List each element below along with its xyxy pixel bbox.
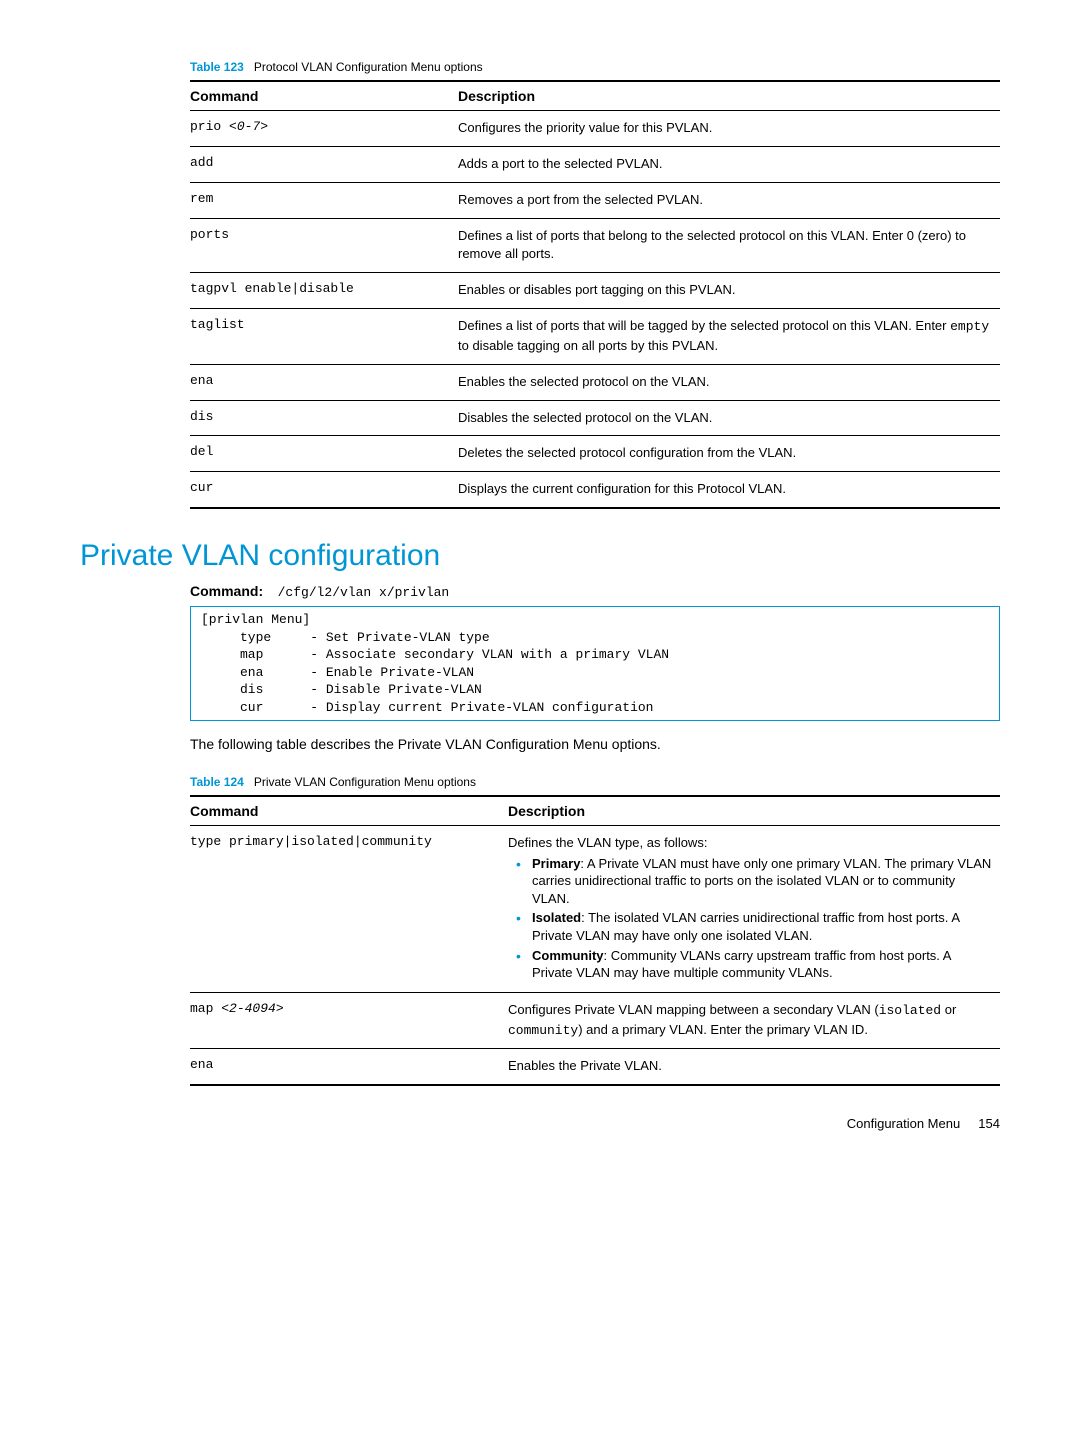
section-title: Private VLAN configuration	[80, 539, 1000, 573]
list-item: Primary: A Private VLAN must have only o…	[532, 855, 992, 908]
table124: Command Description type primary|isolate…	[190, 795, 1000, 1086]
table123-caption-label: Table 123	[190, 60, 244, 74]
table124-cmd-type: type primary|isolated|community	[190, 826, 508, 993]
table124-caption-title: Private VLAN Configuration Menu options	[254, 775, 476, 789]
table124-header-command: Command	[190, 796, 508, 826]
intro-paragraph: The following table describes the Privat…	[190, 735, 1000, 755]
command-value: /cfg/l2/vlan x/privlan	[278, 585, 450, 600]
footer-text: Configuration Menu	[847, 1116, 960, 1131]
table123-desc: Deletes the selected protocol configurat…	[458, 436, 1000, 472]
table123-cmd: dis	[190, 400, 458, 436]
table124-caption-label: Table 124	[190, 775, 244, 789]
type-bullets: Primary: A Private VLAN must have only o…	[508, 855, 992, 982]
table123-cmd: taglist	[190, 309, 458, 365]
table123-desc: Defines a list of ports that belong to t…	[458, 218, 1000, 273]
table124-desc-ena: Enables the Private VLAN.	[508, 1049, 1000, 1085]
table123-header-description: Description	[458, 81, 1000, 111]
table-row: taglist Defines a list of ports that wil…	[190, 309, 1000, 365]
page-footer: Configuration Menu 154	[80, 1116, 1000, 1131]
table-row: tagpvl enable|disable Enables or disable…	[190, 273, 1000, 309]
table124-desc-type: Defines the VLAN type, as follows: Prima…	[508, 826, 1000, 993]
list-item: Isolated: The isolated VLAN carries unid…	[532, 909, 992, 944]
table123-header-command: Command	[190, 81, 458, 111]
table124-caption: Table 124 Private VLAN Configuration Men…	[190, 775, 1000, 789]
table123-desc: Enables or disables port tagging on this…	[458, 273, 1000, 309]
table123-cmd: del	[190, 436, 458, 472]
table123-cmd: tagpvl enable|disable	[190, 273, 458, 309]
table123-caption-title: Protocol VLAN Configuration Menu options	[254, 60, 483, 74]
table-row: dis Disables the selected protocol on th…	[190, 400, 1000, 436]
table124-header-description: Description	[508, 796, 1000, 826]
table-row: map <2-4094> Configures Private VLAN map…	[190, 992, 1000, 1049]
table124-block: Table 124 Private VLAN Configuration Men…	[190, 775, 1000, 1086]
footer-page: 154	[978, 1116, 1000, 1131]
table-row: ena Enables the selected protocol on the…	[190, 364, 1000, 400]
table-row: add Adds a port to the selected PVLAN.	[190, 146, 1000, 182]
table123-desc: Disables the selected protocol on the VL…	[458, 400, 1000, 436]
table123-desc: Displays the current configuration for t…	[458, 472, 1000, 508]
table123-desc: Enables the selected protocol on the VLA…	[458, 364, 1000, 400]
table-row: prio <0-7> Configures the priority value…	[190, 111, 1000, 147]
table123-desc: Defines a list of ports that will be tag…	[458, 309, 1000, 365]
table-row: del Deletes the selected protocol config…	[190, 436, 1000, 472]
table-row: cur Displays the current configuration f…	[190, 472, 1000, 508]
table123-desc: Configures the priority value for this P…	[458, 111, 1000, 147]
table123-cmd: cur	[190, 472, 458, 508]
table123: Command Description prio <0-7> Configure…	[190, 80, 1000, 509]
table123-cmd: prio <0-7>	[190, 111, 458, 147]
table123-caption: Table 123 Protocol VLAN Configuration Me…	[190, 60, 1000, 74]
table124-cmd-ena: ena	[190, 1049, 508, 1085]
table123-cmd: ena	[190, 364, 458, 400]
table124-desc-map: Configures Private VLAN mapping between …	[508, 992, 1000, 1049]
table124-cmd-map: map <2-4094>	[190, 992, 508, 1049]
table-row: type primary|isolated|community Defines …	[190, 826, 1000, 993]
table123-block: Table 123 Protocol VLAN Configuration Me…	[190, 60, 1000, 509]
command-line: Command: /cfg/l2/vlan x/privlan	[190, 583, 1000, 600]
command-label: Command:	[190, 583, 263, 599]
list-item: Community: Community VLANs carry upstrea…	[532, 947, 992, 982]
table123-desc: Adds a port to the selected PVLAN.	[458, 146, 1000, 182]
table123-cmd: ports	[190, 218, 458, 273]
table123-desc: Removes a port from the selected PVLAN.	[458, 182, 1000, 218]
table-row: ena Enables the Private VLAN.	[190, 1049, 1000, 1085]
menu-box: [privlan Menu] type - Set Private-VLAN t…	[190, 606, 1000, 721]
table-row: rem Removes a port from the selected PVL…	[190, 182, 1000, 218]
table123-cmd: add	[190, 146, 458, 182]
table-row: ports Defines a list of ports that belon…	[190, 218, 1000, 273]
table123-cmd: rem	[190, 182, 458, 218]
